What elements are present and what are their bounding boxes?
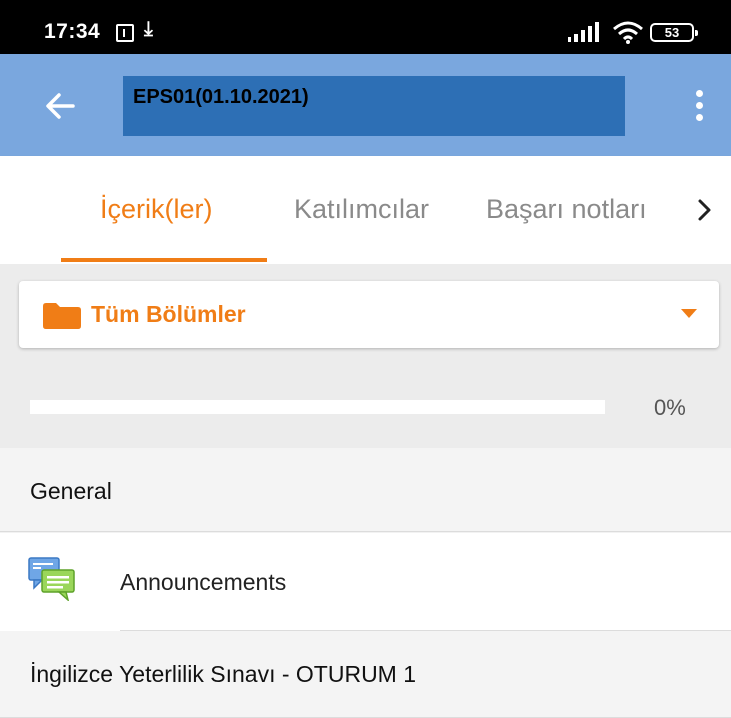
status-time: 17:34	[44, 20, 101, 43]
section-selector[interactable]: Tüm Bölümler	[19, 281, 719, 348]
course-progress-text: 0%	[654, 395, 686, 420]
section-title: İngilizce Yeterlilik Sınavı - OTURUM 1	[30, 661, 417, 687]
caret-down-icon	[681, 309, 697, 318]
module-name: Announcements	[120, 569, 287, 595]
section-header[interactable]: General	[0, 448, 731, 532]
app-bar: EPS01(01.10.2021)	[0, 54, 731, 156]
notification-icon	[116, 24, 134, 42]
more-options-button[interactable]	[684, 84, 714, 126]
section-header[interactable]: İngilizce Yeterlilik Sınavı - OTURUM 1	[0, 631, 731, 718]
course-overview: Tüm Bölümler 0%	[0, 264, 731, 448]
battery-icon: 53	[650, 23, 698, 42]
wifi-icon	[613, 21, 643, 44]
more-vertical-icon-dot	[695, 113, 703, 121]
page-title-container: EPS01(01.10.2021)	[123, 76, 625, 136]
course-progress-bar	[30, 400, 605, 414]
forum-icon	[28, 557, 75, 601]
tabs-next-button[interactable]	[690, 192, 720, 228]
more-vertical-icon-dot	[695, 89, 703, 97]
section-selector-label: Tüm Bölümler	[91, 301, 246, 327]
arrow-left-icon	[46, 93, 75, 119]
status-bar: 17:34 ⤓ 53	[0, 0, 731, 54]
section-title: General	[30, 478, 112, 504]
back-button[interactable]	[36, 82, 84, 130]
tab-contents[interactable]: İçerik(ler)	[100, 194, 213, 225]
more-vertical-icon-dot	[695, 101, 703, 109]
active-tab-indicator	[61, 258, 267, 262]
chevron-right-icon	[698, 199, 711, 221]
tab-participants[interactable]: Katılımcılar	[294, 194, 429, 225]
signal-icon	[568, 22, 599, 42]
page-title: EPS01(01.10.2021)	[133, 86, 309, 108]
module-item[interactable]: Announcements	[0, 533, 731, 631]
folder-icon	[43, 303, 81, 329]
tab-bar: İçerik(ler) Katılımcılar Başarı notları	[0, 156, 731, 264]
download-icon: ⤓	[144, 18, 153, 40]
tab-grades[interactable]: Başarı notları	[486, 194, 647, 225]
